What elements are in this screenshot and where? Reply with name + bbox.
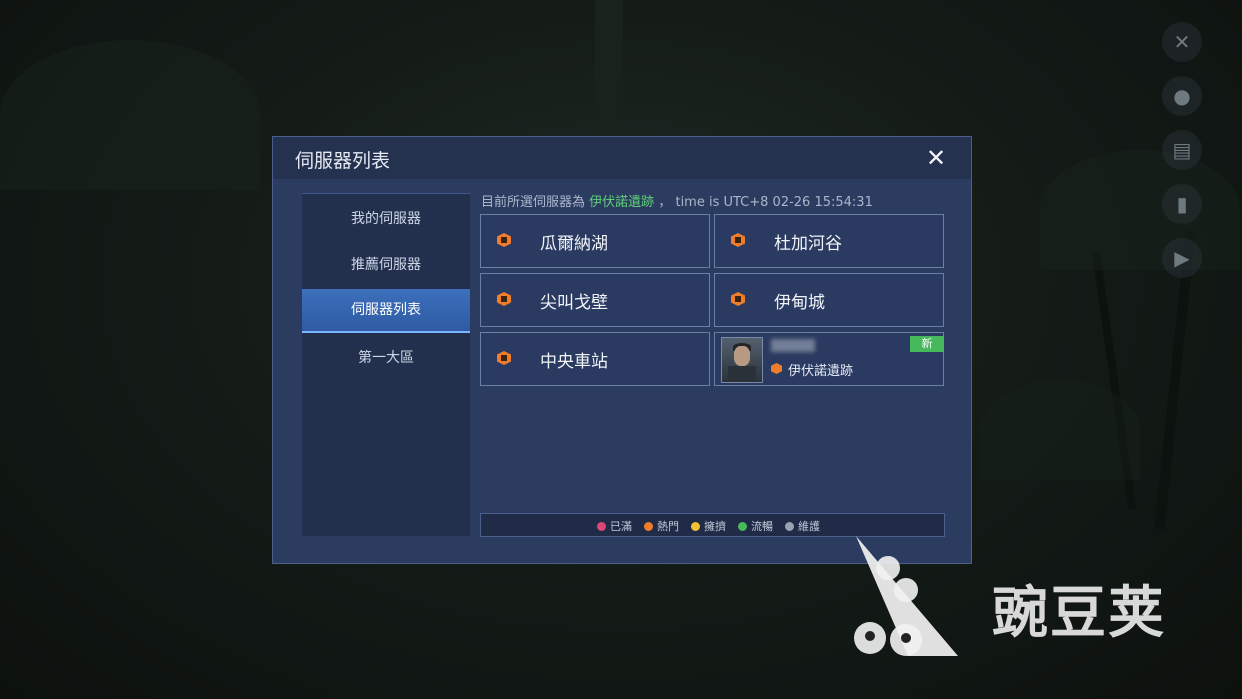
legend-item: 熱門 xyxy=(644,518,679,534)
legend-item: 擁擠 xyxy=(691,518,726,534)
clipboard-icon[interactable]: ▤ xyxy=(1162,130,1202,170)
sidebar-item-recommended[interactable]: 推薦伺服器 xyxy=(302,244,470,286)
server-status-icon xyxy=(731,292,745,306)
background-foliage xyxy=(0,40,260,190)
server-card[interactable]: 尖叫戈壁 xyxy=(480,273,710,327)
background-foliage xyxy=(1040,150,1240,270)
sidebar-item-my-servers[interactable]: 我的伺服器 xyxy=(302,198,470,240)
smooth-status-icon xyxy=(738,521,747,531)
sidebar-item-label: 推薦伺服器 xyxy=(351,257,421,273)
current-server-status: 目前所選伺服器為 伊伏諾遺跡 ， time is UTC+8 02-26 15:… xyxy=(481,191,873,210)
maintenance-status-icon xyxy=(785,521,794,531)
watermark-logo-icon xyxy=(854,536,958,656)
status-separator: ， xyxy=(658,195,672,210)
sidebar-item-label: 第一大區 xyxy=(358,350,414,366)
background-foliage xyxy=(980,380,1140,480)
character-server-name: 伊伏諾遺跡 xyxy=(788,364,854,379)
server-card[interactable]: 伊甸城 xyxy=(714,273,944,327)
sidebar-item-region-1[interactable]: 第一大區 xyxy=(302,337,470,379)
sidebar-item-server-list[interactable]: 伺服器列表 xyxy=(302,289,470,333)
sidebar-item-label: 伺服器列表 xyxy=(351,302,421,318)
server-card[interactable]: 杜加河谷 xyxy=(714,214,944,268)
server-status-icon xyxy=(731,233,745,247)
server-name: 中央車站 xyxy=(540,352,608,372)
microphone-icon[interactable]: ▮ xyxy=(1162,184,1202,224)
player-name-redacted xyxy=(771,339,815,352)
server-time: time is UTC+8 02-26 15:54:31 xyxy=(675,195,873,210)
server-name: 瓜爾納湖 xyxy=(540,234,608,254)
person-icon[interactable]: ● xyxy=(1162,76,1202,116)
server-name: 尖叫戈壁 xyxy=(540,293,608,313)
server-category-sidebar: 我的伺服器 推薦伺服器 伺服器列表 第一大區 xyxy=(302,193,470,536)
hot-status-icon xyxy=(644,521,653,531)
server-name: 杜加河谷 xyxy=(774,234,842,254)
watermark-text: 豌豆荚 xyxy=(992,581,1166,646)
server-name: 伊甸城 xyxy=(774,293,825,313)
server-status-icon xyxy=(771,363,782,374)
full-status-icon xyxy=(597,521,606,531)
sidebar-item-label: 我的伺服器 xyxy=(351,211,421,227)
legend-item: 已滿 xyxy=(597,518,632,534)
server-status-icon xyxy=(497,351,511,365)
wrench-icon[interactable]: ✕ xyxy=(1162,22,1202,62)
legend-item: 維護 xyxy=(785,518,820,534)
server-status-icon xyxy=(497,292,511,306)
avatar xyxy=(721,337,763,383)
server-card[interactable]: 中央車站 xyxy=(480,332,710,386)
dialog-header: 伺服器列表 ✕ xyxy=(273,137,971,179)
selected-server-name: 伊伏諾遺跡 xyxy=(589,195,655,210)
server-card[interactable]: 瓜爾納湖 xyxy=(480,214,710,268)
server-status-icon xyxy=(497,233,511,247)
status-prefix: 目前所選伺服器為 xyxy=(481,195,586,210)
video-icon[interactable]: ▶ xyxy=(1162,238,1202,278)
dialog-title: 伺服器列表 xyxy=(295,150,391,172)
server-list-dialog: 伺服器列表 ✕ 我的伺服器 推薦伺服器 伺服器列表 第一大區 目前所選伺服器為 … xyxy=(272,136,972,564)
background-tower xyxy=(595,0,623,140)
new-badge: 新 xyxy=(910,336,944,352)
busy-status-icon xyxy=(691,521,700,531)
close-icon[interactable]: ✕ xyxy=(921,145,951,171)
legend-item: 流暢 xyxy=(738,518,773,534)
character-server-card[interactable]: 新 伊伏諾遺跡 xyxy=(714,332,944,386)
